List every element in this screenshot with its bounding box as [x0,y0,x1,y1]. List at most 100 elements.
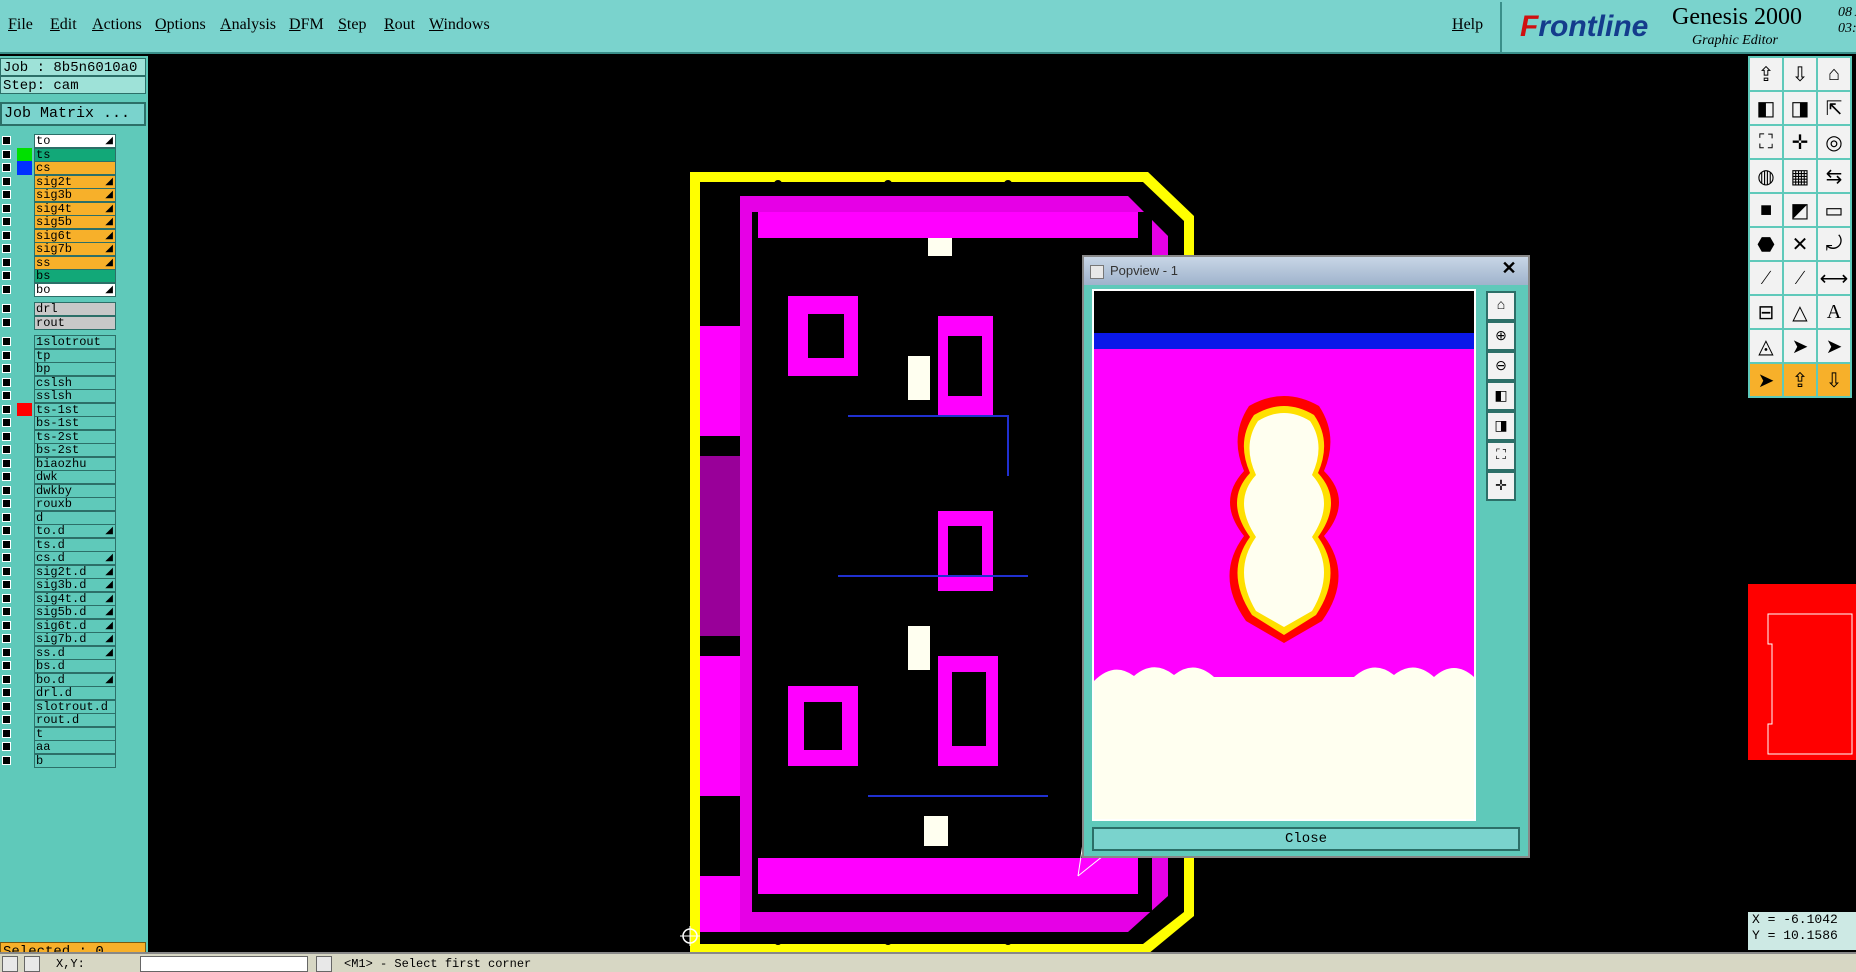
layer-row[interactable]: sig5b.d ◢ [0,605,118,619]
popview-viewport[interactable] [1092,289,1476,821]
layer-row[interactable]: bs [0,269,118,283]
redraw-icon[interactable]: ◎ [1816,124,1852,160]
layer-color-swatch[interactable] [17,591,32,606]
layer-checkbox[interactable] [2,377,11,387]
layer-name[interactable]: sslsh [34,389,116,403]
layer-row[interactable]: ts-2st [0,429,118,444]
layer-checkbox[interactable] [2,674,11,684]
layer-checkbox[interactable] [2,661,11,670]
layer-name[interactable]: ts-1st [34,402,116,417]
select-more-icon[interactable]: ⇩ [1816,362,1852,398]
layer-color-swatch[interactable] [17,335,32,349]
layer-color-swatch[interactable] [17,429,32,444]
layer-color-swatch[interactable] [17,255,32,270]
layer-checkbox[interactable] [2,472,11,481]
select-arrow-icon[interactable]: ➤ [1748,362,1784,398]
layer-row[interactable]: sig3b.d ◢ [0,578,118,592]
layer-name[interactable]: sig4t.d ◢ [34,591,116,606]
layer-color-swatch[interactable] [17,645,32,660]
layer-checkbox[interactable] [2,391,11,400]
layer-name[interactable]: bo.d ◢ [34,672,116,687]
layer-checkbox[interactable] [2,304,11,313]
layer-name[interactable]: sig5b ◢ [34,215,116,229]
layer-color-swatch[interactable] [17,402,32,417]
layer-color-swatch[interactable] [17,551,32,565]
layer-name[interactable]: ss ◢ [34,255,116,270]
layer-checkbox[interactable] [2,317,11,327]
layer-row[interactable]: to ◢ [0,134,118,148]
layer-context-arrow-icon[interactable]: ◢ [105,284,113,298]
layer-row[interactable]: ss ◢ [0,255,118,270]
layer-row[interactable]: sig2t.d ◢ [0,564,118,579]
layer-row[interactable]: ts [0,147,118,162]
layer-color-swatch[interactable] [17,483,32,498]
layer-row[interactable]: t [0,726,118,741]
layer-checkbox[interactable] [2,176,11,186]
layer-name[interactable]: bs.d [34,659,116,673]
rotate-icon[interactable]: ⤾ [1816,226,1852,262]
layer-name[interactable]: sig2t ◢ [34,174,116,189]
layer-checkbox[interactable] [2,217,11,226]
layer-color-swatch[interactable] [17,686,32,700]
layer-color-swatch[interactable] [17,389,32,403]
snap-icon[interactable] [2,956,18,972]
layer-row[interactable]: bs-2st [0,443,118,457]
layer-row[interactable]: sig7b ◢ [0,242,118,256]
layer-row[interactable]: 1slotrout [0,335,118,349]
layer-row[interactable]: sslsh [0,389,118,403]
layer-color-swatch[interactable] [17,713,32,727]
layer-checkbox[interactable] [2,620,11,630]
line-icon[interactable]: ∕ [1748,260,1784,296]
line-tool-icon[interactable]: △ [1782,294,1818,330]
layer-row[interactable]: cslsh [0,375,118,390]
layer-checkbox[interactable] [2,364,11,373]
layer-checkbox[interactable] [2,271,11,280]
zoom-home-icon[interactable]: ⇪ [1748,56,1784,92]
layer-checkbox[interactable] [2,284,11,294]
zoom-out-icon[interactable]: ⊖ [1486,351,1516,381]
layer-name[interactable]: rout [34,315,116,330]
layer-color-swatch[interactable] [17,161,32,175]
layer-name[interactable]: cs.d ◢ [34,551,116,565]
layer-color-swatch[interactable] [17,632,32,646]
a-text-icon[interactable]: ➤ [1782,328,1818,364]
layer-name[interactable]: bs [34,269,116,283]
layer-name[interactable]: slotrout.d [34,699,116,714]
layer-row[interactable]: sig4t.d ◢ [0,591,118,606]
layer-color-swatch[interactable] [17,147,32,162]
layer-name[interactable]: drl [34,302,116,316]
layer-name[interactable]: sig6t ◢ [34,228,116,243]
layer-checkbox[interactable] [2,553,11,562]
ruler-icon[interactable]: ▭ [1816,192,1852,228]
xy-input[interactable] [140,956,308,972]
arc-icon[interactable]: ∕ [1782,260,1818,296]
layer-row[interactable]: bo ◢ [0,282,118,298]
layer-name[interactable]: cslsh [34,375,116,390]
layer-row[interactable]: drl.d [0,686,118,700]
layer-name[interactable]: rout.d [34,713,116,727]
overview-map[interactable] [1748,584,1856,774]
layer-name[interactable]: biaozhu [34,456,116,471]
layer-row[interactable]: dwk [0,470,118,484]
layer-row[interactable]: sig6t ◢ [0,228,118,243]
layer-checkbox[interactable] [2,458,11,468]
layer-color-swatch[interactable] [17,672,32,687]
pan-right-icon[interactable]: ◨ [1782,90,1818,126]
layer-checkbox[interactable] [2,742,11,751]
layer-color-swatch[interactable] [17,315,32,330]
triangle-icon[interactable]: ◬ [1748,328,1784,364]
layer-checkbox[interactable] [2,512,11,522]
layer-row[interactable]: bs-1st [0,416,118,430]
layer-name[interactable]: drl.d [34,686,116,700]
layer-row[interactable]: rout.d [0,713,118,727]
layer-name[interactable]: 1slotrout [34,335,116,349]
polyline-icon[interactable]: A [1816,294,1852,330]
layer-row[interactable]: b [0,753,118,768]
menu-windows[interactable]: Windows [429,16,490,34]
menu-step[interactable]: Step [338,16,366,34]
layer-row[interactable]: sig3b ◢ [0,188,118,202]
layer-name[interactable]: to ◢ [34,134,116,148]
layer-name[interactable]: ts-2st [34,429,116,444]
layer-name[interactable]: sig6t.d ◢ [34,618,116,633]
layer-name[interactable]: sig3b ◢ [34,188,116,202]
